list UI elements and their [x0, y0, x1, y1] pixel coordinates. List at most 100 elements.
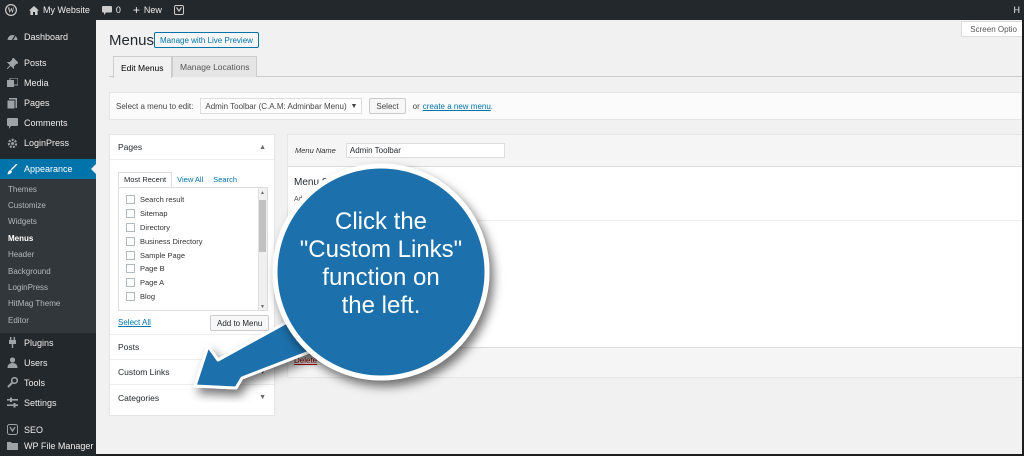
- posts-section-header[interactable]: Posts ▼: [110, 335, 274, 360]
- sidebar-item-media[interactable]: Media: [0, 73, 96, 93]
- list-item[interactable]: Search result: [119, 193, 267, 207]
- site-name-link[interactable]: My Website: [23, 0, 96, 20]
- checkbox[interactable]: [126, 291, 135, 301]
- menu-name-input[interactable]: Admin Toolbar: [345, 143, 505, 158]
- checkbox[interactable]: [126, 250, 135, 260]
- sidebar-item-wp-file-manager[interactable]: WP File Manager: [0, 440, 96, 452]
- submenu-item-background[interactable]: Background: [0, 263, 96, 279]
- submenu-item-editor[interactable]: Editor: [0, 312, 96, 328]
- callout-line: Click the: [334, 208, 428, 235]
- submenu-item-widgets[interactable]: Widgets: [0, 214, 96, 230]
- new-label: New: [143, 5, 162, 15]
- sidebar-item-settings[interactable]: Settings: [0, 393, 96, 413]
- page-label: Page A: [140, 278, 165, 288]
- list-item[interactable]: Blog: [119, 290, 267, 304]
- sidebar-item-comments[interactable]: Comments: [0, 113, 96, 133]
- list-item[interactable]: Directory: [119, 221, 267, 235]
- checkbox[interactable]: [126, 222, 135, 232]
- page-title: Menus: [109, 32, 155, 49]
- tab-most-recent[interactable]: Most Recent: [118, 172, 173, 187]
- delete-menu-link[interactable]: Delete: [294, 356, 317, 365]
- submenu-item-themes[interactable]: Themes: [0, 181, 96, 197]
- sidebar-item-loginpress[interactable]: LoginPress: [0, 133, 96, 153]
- screen-options-button[interactable]: Screen Optio: [961, 21, 1022, 37]
- select-all-link[interactable]: Select All: [118, 318, 151, 327]
- sidebar-item-users[interactable]: Users: [0, 353, 96, 373]
- tab-view-all[interactable]: View All: [172, 172, 208, 187]
- sidebar-item-appearance[interactable]: Appearance: [0, 159, 96, 179]
- checkbox[interactable]: [126, 195, 135, 205]
- expand-arrow-icon: ▼: [259, 394, 266, 401]
- submenu-item-customize[interactable]: Customize: [0, 197, 96, 213]
- sidebar-label: Pages: [24, 98, 50, 108]
- comments-link[interactable]: 0: [96, 0, 127, 20]
- menu-footer: Delete: [288, 347, 1022, 377]
- appearance-submenu: Themes Customize Widgets Menus Header Ba…: [0, 179, 96, 333]
- categories-section-header[interactable]: Categories ▼: [110, 385, 274, 410]
- page-label: Page B: [140, 264, 165, 274]
- scrollbar[interactable]: ▲ ▼: [258, 188, 267, 310]
- site-name: My Website: [43, 5, 90, 15]
- checkbox[interactable]: [126, 278, 135, 288]
- location-item[interactable]: M: Adminbar Menu: [294, 321, 357, 330]
- list-item[interactable]: Business Directory: [119, 234, 267, 248]
- submenu-item-menus[interactable]: Menus: [0, 230, 96, 246]
- sidebar-item-posts[interactable]: Posts: [0, 53, 96, 73]
- callout-line: "Custom Links": [299, 236, 463, 263]
- main-content: Screen Optio Menus Manage with Live Prev…: [96, 20, 1022, 454]
- tab-search[interactable]: Search: [208, 172, 242, 187]
- scrollbar-thumb[interactable]: [259, 200, 266, 252]
- user-icon: [6, 357, 18, 369]
- scroll-down-arrow-icon[interactable]: ▼: [259, 303, 266, 310]
- callout-line: the left.: [341, 292, 421, 319]
- pages-section-header[interactable]: Pages ▲: [110, 135, 274, 160]
- pages-section-body: Most Recent View All Search Search resul…: [110, 160, 274, 335]
- sidebar-label: Media: [24, 78, 49, 88]
- comments-count: 0: [115, 5, 121, 15]
- checkbox[interactable]: [126, 209, 135, 219]
- list-item[interactable]: Page B: [119, 262, 267, 276]
- scroll-up-arrow-icon[interactable]: ▲: [259, 189, 266, 197]
- tab-edit-menus[interactable]: Edit Menus: [113, 56, 172, 78]
- gear-icon: [6, 137, 18, 149]
- dropdown-arrow-icon: ▼: [350, 102, 358, 110]
- sidebar-item-pages[interactable]: Pages: [0, 93, 96, 113]
- menu-select-dropdown[interactable]: Admin Toolbar (C.A.M: Adminbar Menu) ▼: [200, 98, 363, 114]
- sidebar-item-tools[interactable]: Tools: [0, 373, 96, 393]
- checkbox[interactable]: [126, 264, 135, 274]
- manage-live-preview-button[interactable]: Manage with Live Preview: [154, 32, 259, 48]
- sidebar-item-seo[interactable]: SEO: [0, 420, 96, 440]
- admin-sidebar: Dashboard Posts Media Pages Comments Log…: [0, 20, 96, 456]
- menu-name-header: Menu Name Admin Toolbar: [288, 135, 1022, 167]
- select-button[interactable]: Select: [369, 98, 406, 114]
- yoast-icon[interactable]: [168, 0, 190, 20]
- sidebar-item-dashboard[interactable]: Dashboard: [0, 27, 96, 47]
- callout-line: function on: [322, 264, 440, 291]
- posts-heading: Posts: [118, 342, 140, 352]
- submenu-item-header[interactable]: Header: [0, 247, 96, 263]
- sidebar-item-plugins[interactable]: Plugins: [0, 333, 96, 353]
- list-item[interactable]: Sample Page: [119, 248, 267, 262]
- svg-text:W: W: [8, 7, 15, 15]
- expand-arrow-icon: ▼: [259, 368, 266, 376]
- page-label: Search result: [140, 195, 185, 205]
- pages-icon: [6, 97, 18, 109]
- checkbox[interactable]: [126, 236, 135, 246]
- submenu-item-hitmag-theme[interactable]: HitMag Theme: [0, 296, 96, 312]
- list-item[interactable]: Sitemap: [119, 207, 267, 221]
- sidebar-label: Comments: [24, 118, 68, 128]
- submenu-item-loginpress[interactable]: LoginPress: [0, 279, 96, 295]
- sidebar-label: Users: [24, 357, 48, 368]
- add-to-menu-button[interactable]: Add to Menu: [210, 315, 270, 331]
- menu-structure-description: Ad: [294, 196, 303, 203]
- wordpress-logo-icon[interactable]: W: [0, 0, 23, 20]
- manage-menus-bar: Select a menu to edit: Admin Toolbar (C.…: [109, 92, 1022, 120]
- create-new-menu-link[interactable]: create a new menu: [423, 102, 491, 111]
- custom-links-section-header[interactable]: Custom Links ▼: [110, 360, 274, 385]
- comment-bubble-icon: [101, 5, 112, 15]
- sidebar-label: SEO: [24, 424, 44, 435]
- account-menu[interactable]: H: [1014, 0, 1021, 20]
- tab-manage-locations[interactable]: Manage Locations: [172, 56, 258, 77]
- new-content-link[interactable]: + New: [127, 0, 168, 20]
- list-item[interactable]: Page A: [119, 276, 267, 290]
